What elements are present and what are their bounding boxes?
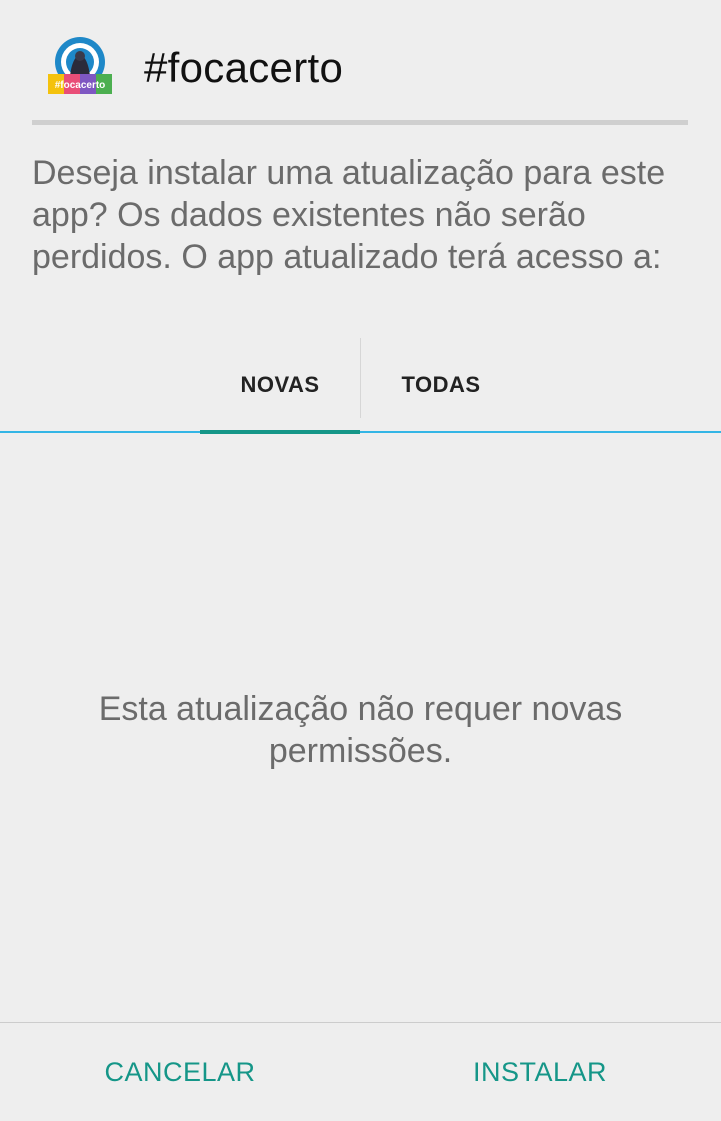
- tab-novas[interactable]: NOVAS: [200, 338, 360, 432]
- focacerto-app-icon: #focacerto: [48, 36, 112, 96]
- app-header: #focacerto #focacerto: [0, 0, 721, 120]
- permission-tabs: NOVAS TODAS: [0, 338, 721, 434]
- tab-todas[interactable]: TODAS: [361, 338, 521, 432]
- app-title: #focacerto: [144, 44, 344, 91]
- install-update-screen: #focacerto #focacerto Deseja instalar um…: [0, 0, 721, 1121]
- tabs-underline: [0, 431, 721, 433]
- no-new-permissions-message: Esta atualização não requer novas permis…: [98, 690, 623, 770]
- update-message: Deseja instalar uma atualização para est…: [32, 154, 666, 276]
- header-divider: [32, 120, 688, 125]
- install-button[interactable]: INSTALAR: [360, 1023, 720, 1121]
- action-bar: CANCELAR INSTALAR: [0, 1023, 721, 1121]
- permissions-content: Esta atualização não requer novas permis…: [0, 436, 721, 1022]
- app-icon-text: #focacerto: [55, 80, 106, 91]
- selected-tab-indicator: [200, 430, 360, 434]
- app-icon-graphic: #focacerto: [48, 37, 112, 94]
- cancel-button[interactable]: CANCELAR: [0, 1023, 360, 1121]
